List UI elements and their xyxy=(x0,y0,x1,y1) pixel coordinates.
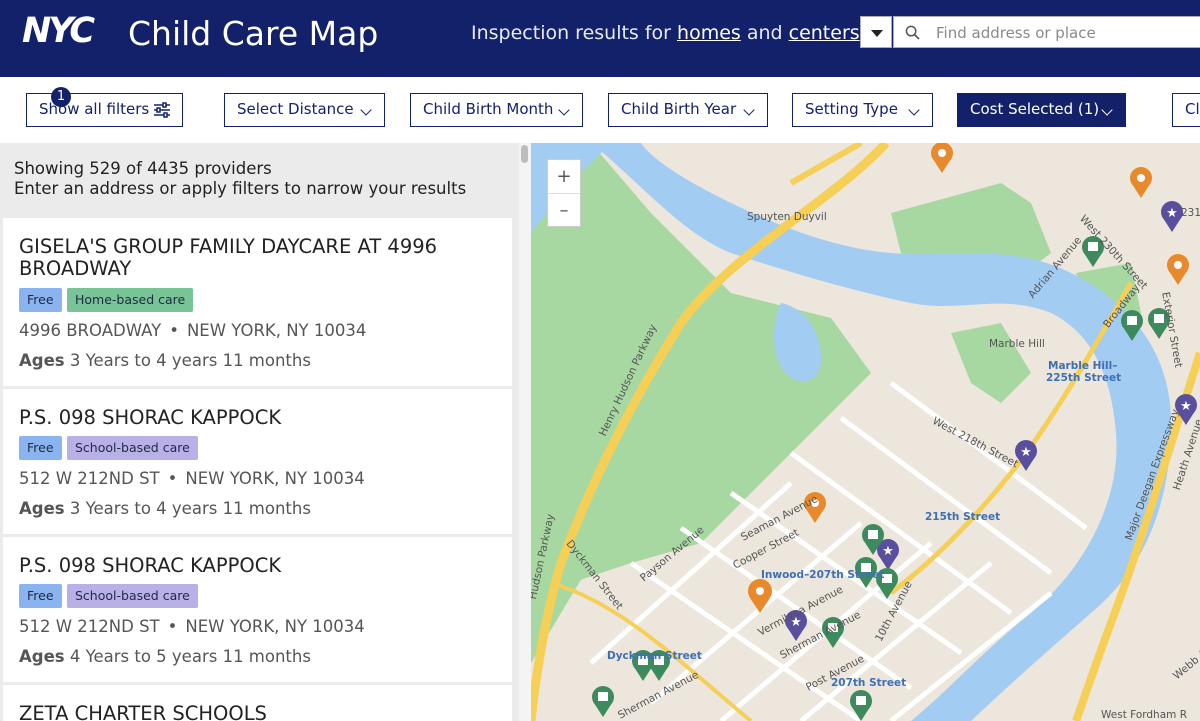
homes-link[interactable]: homes xyxy=(677,22,741,44)
home-marker xyxy=(931,143,953,173)
clear-filters-button[interactable]: Cl xyxy=(1172,93,1200,127)
home-marker xyxy=(1130,167,1152,198)
tagline-prefix: Inspection results for xyxy=(471,22,678,44)
chevron-down-icon xyxy=(908,104,920,116)
map-label: Marble Hill xyxy=(989,338,1045,350)
home-marker xyxy=(1167,254,1189,285)
provider-ages: Ages 3 Years to 4 years 11 months xyxy=(19,499,311,518)
setting-tag: School-based care xyxy=(67,436,198,460)
provider-name[interactable]: P.S. 098 SHORAC KAPPOCK xyxy=(19,407,489,429)
search-input[interactable] xyxy=(934,20,1198,46)
results-count: Showing 529 of 4435 providers xyxy=(14,159,272,178)
separator-dot: • xyxy=(169,321,179,340)
provider-address: 512 W 212ND ST • NEW YORK, NY 10034 xyxy=(19,469,365,488)
provider-ages: Ages 4 Years to 5 years 11 months xyxy=(19,647,311,666)
provider-address: 4996 BROADWAY • NEW YORK, NY 10034 xyxy=(19,321,366,340)
chevron-down-icon xyxy=(1101,104,1113,116)
school-marker: ★ xyxy=(1161,201,1183,232)
centers-link[interactable]: centers xyxy=(789,22,860,44)
cost-dropdown[interactable]: Cost Selected (1) xyxy=(957,93,1126,127)
provider-card[interactable]: GISELA'S GROUP FAMILY DAYCARE AT 4996 BR… xyxy=(3,218,512,386)
provider-address: 512 W 212ND ST • NEW YORK, NY 10034 xyxy=(19,617,365,636)
tagline-and: and xyxy=(740,22,789,44)
provider-card[interactable]: ZETA CHARTER SCHOOLS xyxy=(3,685,512,721)
tagline: Inspection results for homes and centers xyxy=(471,21,860,45)
provider-street: 4996 BROADWAY xyxy=(19,321,162,340)
setting-type-dropdown[interactable]: Setting Type xyxy=(792,93,933,127)
child-birth-month-label: Child Birth Month xyxy=(423,100,554,118)
ages-label: Ages xyxy=(19,647,65,666)
map-view[interactable]: ★ ★ ★ ★ ★ Spuyten Duyvil West 230th Stre… xyxy=(531,143,1200,721)
cost-tag: Free xyxy=(19,584,62,608)
chevron-down-icon xyxy=(743,104,755,116)
active-filters-badge: 1 xyxy=(51,87,71,107)
search-icon xyxy=(905,25,920,40)
setting-tag: School-based care xyxy=(67,584,198,608)
cost-tag: Free xyxy=(19,288,62,312)
list-scrollbar[interactable] xyxy=(519,143,531,721)
map-label: 225th Street xyxy=(1046,372,1122,384)
provider-street: 512 W 212ND ST xyxy=(19,617,160,636)
provider-card[interactable]: P.S. 098 SHORAC KAPPOCK Free School-base… xyxy=(3,537,512,682)
select-distance-label: Select Distance xyxy=(237,100,354,118)
separator-dot: • xyxy=(167,617,178,636)
cost-label: Cost Selected (1) xyxy=(970,100,1100,118)
provider-ages: Ages 3 Years to 4 years 11 months xyxy=(19,351,311,370)
child-birth-year-label: Child Birth Year xyxy=(621,100,737,118)
chevron-down-icon xyxy=(360,104,372,116)
child-birth-month-dropdown[interactable]: Child Birth Month xyxy=(410,93,583,127)
app-title: Child Care Map xyxy=(128,14,379,53)
zoom-in-button[interactable]: + xyxy=(548,160,580,194)
search-dropdown-toggle[interactable] xyxy=(860,16,892,48)
map-label: 215th Street xyxy=(925,511,1001,523)
school-marker: ★ xyxy=(877,539,899,570)
zoom-out-button[interactable]: – xyxy=(548,194,580,227)
separator-dot: • xyxy=(167,469,178,488)
park-area xyxy=(951,323,1031,403)
results-list: Showing 529 of 4435 providers Enter an a… xyxy=(0,143,531,721)
svg-text:★: ★ xyxy=(1020,444,1032,459)
map-label: 231st xyxy=(1181,207,1200,219)
results-summary: Showing 529 of 4435 providers Enter an a… xyxy=(14,159,466,199)
provider-city: NEW YORK, NY 10034 xyxy=(186,321,367,340)
provider-card[interactable]: P.S. 098 SHORAC KAPPOCK Free School-base… xyxy=(3,389,512,534)
ages-value: 3 Years to 4 years 11 months xyxy=(69,351,311,370)
provider-name[interactable]: P.S. 098 SHORAC KAPPOCK xyxy=(19,555,489,577)
provider-name[interactable]: GISELA'S GROUP FAMILY DAYCARE AT 4996 BR… xyxy=(19,236,489,280)
home-marker xyxy=(748,579,772,613)
select-distance-dropdown[interactable]: Select Distance xyxy=(224,93,385,127)
cost-tag: Free xyxy=(19,436,62,460)
provider-name[interactable]: ZETA CHARTER SCHOOLS xyxy=(19,703,489,721)
map-label: West Fordham R xyxy=(1101,709,1187,721)
ages-value: 3 Years to 4 years 11 months xyxy=(69,499,311,518)
clear-filters-label: Cl xyxy=(1185,100,1200,118)
show-all-filters-button[interactable]: Show all filters xyxy=(26,93,183,127)
nyc-logo[interactable]: NYC xyxy=(22,13,95,49)
filter-bar: Show all filters Select Distance Child B… xyxy=(0,77,1200,143)
ages-label: Ages xyxy=(19,499,65,518)
setting-type-label: Setting Type xyxy=(805,100,898,118)
child-birth-year-dropdown[interactable]: Child Birth Year xyxy=(608,93,768,127)
provider-street: 512 W 212ND ST xyxy=(19,469,160,488)
results-hint: Enter an address or apply filters to nar… xyxy=(14,179,467,198)
header: NYC Child Care Map Inspection results fo… xyxy=(0,0,1200,77)
provider-city: NEW YORK, NY 10034 xyxy=(185,469,365,488)
scrollbar-thumb[interactable] xyxy=(521,145,528,163)
zoom-control: + – xyxy=(547,159,581,227)
map-label: 207th Street xyxy=(831,677,907,689)
ages-value: 4 Years to 5 years 11 months xyxy=(69,647,311,666)
map-label: Dyckman Street xyxy=(607,650,702,662)
provider-city: NEW YORK, NY 10034 xyxy=(185,617,365,636)
sliders-icon xyxy=(154,102,170,118)
svg-text:★: ★ xyxy=(882,543,894,558)
search-box[interactable] xyxy=(893,16,1200,48)
map-label: Inwood–207th Street xyxy=(761,569,885,581)
chevron-down-icon xyxy=(558,104,570,116)
map-label: Spuyten Duyvil xyxy=(747,211,827,223)
map-label: Marble Hill– xyxy=(1048,360,1118,372)
setting-tag: Home-based care xyxy=(67,288,194,312)
center-marker xyxy=(592,686,614,717)
ages-label: Ages xyxy=(19,351,65,370)
svg-text:★: ★ xyxy=(1166,205,1178,220)
